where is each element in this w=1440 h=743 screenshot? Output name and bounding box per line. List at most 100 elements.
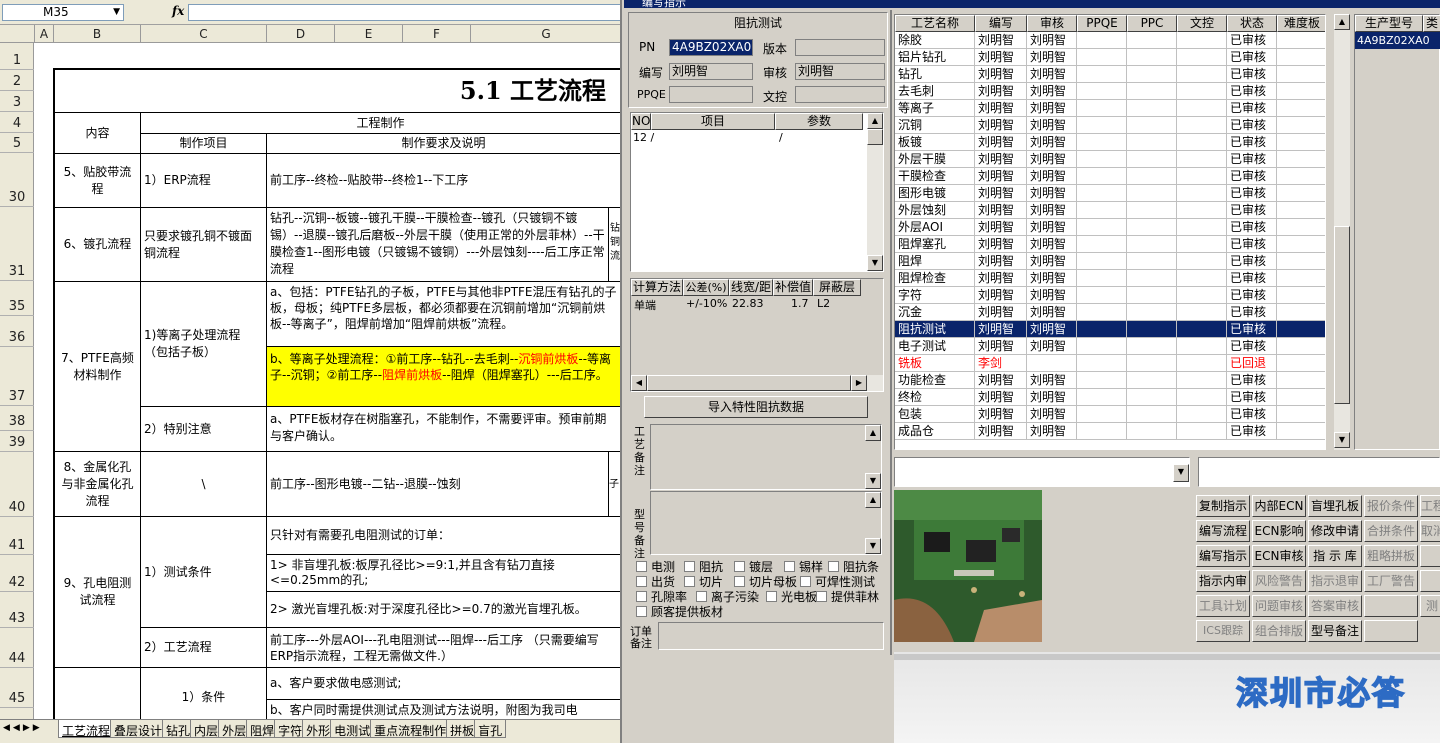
table-row[interactable]: 阻焊 刘明智 刘明智 已审核: [895, 253, 1325, 270]
scroll-down-icon[interactable]: ▼: [865, 538, 881, 554]
h-scrollbar[interactable]: ◀ ▶: [631, 375, 883, 391]
row-header[interactable]: 36: [0, 316, 34, 347]
instruction-return-button[interactable]: 指示退审: [1308, 570, 1362, 592]
table-row[interactable]: 沉金 刘明智 刘明智 已审核: [895, 304, 1325, 321]
formula-input[interactable]: [188, 4, 620, 21]
row-header[interactable]: 4: [0, 112, 34, 133]
model-table[interactable]: 生产型号 类 4A9BZ02XA0: [1354, 14, 1440, 450]
table-row[interactable]: 铣板 李剑 已回退: [895, 355, 1325, 372]
row-header[interactable]: 44: [0, 628, 34, 668]
table-row[interactable]: 钻孔 刘明智 刘明智 已审核: [895, 66, 1325, 83]
process-table[interactable]: 工艺名称 编写 审核 PPQE PPC 文控 状态 难度板 除胶 刘明智 刘明智 已审…: [894, 14, 1326, 450]
model-header[interactable]: 类: [1423, 15, 1440, 32]
table-row[interactable]: 等离子 刘明智 刘明智 已审核: [895, 100, 1325, 117]
row-header[interactable]: 31: [0, 207, 34, 281]
row-header[interactable]: 42: [0, 555, 34, 592]
secondary-dropdown[interactable]: [1198, 457, 1440, 487]
row-header[interactable]: 38: [0, 406, 34, 431]
table-row[interactable]: 阻焊塞孔 刘明智 刘明智 已审核: [895, 236, 1325, 253]
sheet-tab[interactable]: 电测试: [330, 720, 375, 738]
calc-header[interactable]: 屏蔽层: [813, 279, 861, 296]
calc-table[interactable]: 计算方法 公差(%) 线宽/距 补偿值 屏蔽层 单端 +/-10% 22.83 …: [630, 278, 884, 392]
row-header[interactable]: 41: [0, 517, 34, 555]
sheet-tab[interactable]: 工艺流程: [58, 720, 115, 738]
ics-tracking-button[interactable]: ICS跟踪: [1196, 620, 1250, 642]
writer-field[interactable]: 刘明智: [669, 63, 753, 80]
chevron-down-icon[interactable]: ▼: [1173, 464, 1189, 482]
ecn-impact-button[interactable]: ECN影响: [1252, 520, 1306, 542]
select-all-corner[interactable]: [0, 25, 35, 43]
table-row[interactable]: 阻焊检查 刘明智 刘明智 已审核: [895, 270, 1325, 287]
calc-header[interactable]: 公差(%): [683, 279, 729, 296]
proc-header[interactable]: 工艺名称: [895, 15, 975, 32]
table-row[interactable]: 电子测试 刘明智 刘明智 已审核: [895, 338, 1325, 355]
instruction-library-button[interactable]: 指 示 库: [1308, 545, 1362, 567]
table-row[interactable]: 铝片钻孔 刘明智 刘明智 已审核: [895, 49, 1325, 66]
table-row[interactable]: 外层蚀刻 刘明智 刘明智 已审核: [895, 202, 1325, 219]
factory-warning-button[interactable]: 工厂警告: [1364, 570, 1418, 592]
param-header[interactable]: NO: [631, 113, 651, 130]
row-header[interactable]: 43: [0, 592, 34, 628]
ppqe-field[interactable]: [669, 86, 753, 103]
scroll-left-icon[interactable]: ◀: [631, 375, 647, 391]
sheet-tab[interactable]: 盲孔: [474, 720, 507, 738]
tool-plan-button[interactable]: 工具计划: [1196, 595, 1250, 617]
sheet-tab[interactable]: 重点流程制作: [370, 720, 451, 738]
table-row[interactable]: 干膜检查 刘明智 刘明智 已审核: [895, 168, 1325, 185]
model-header[interactable]: 生产型号: [1355, 15, 1423, 32]
reviewer-field[interactable]: 刘明智: [795, 63, 885, 80]
row-header[interactable]: 39: [0, 431, 34, 452]
scroll-up-icon[interactable]: ▲: [865, 425, 881, 441]
import-impedance-button[interactable]: 导入特性阻抗数据: [644, 396, 868, 418]
table-row[interactable]: 外层干膜 刘明智 刘明智 已审核: [895, 151, 1325, 168]
param-header[interactable]: 参数: [775, 113, 863, 130]
param-list[interactable]: NO 项目 参数 12 / / ▲ ▼: [630, 112, 884, 272]
sheet-grid[interactable]: 5.1 工艺流程 内容 工程制作 制作项目 制作要求及说明 5、贴胶带流程 1）…: [35, 43, 620, 719]
sheet-tab[interactable]: 叠层设计: [110, 720, 167, 738]
process-note-field[interactable]: ▲ ▼: [650, 424, 882, 490]
blank-button[interactable]: [1420, 545, 1440, 567]
blank-button[interactable]: [1364, 620, 1418, 642]
blank-button[interactable]: [1364, 595, 1418, 617]
table-row[interactable]: 成品仓 刘明智 刘明智 已审核: [895, 423, 1325, 440]
param-header[interactable]: 项目: [651, 113, 775, 130]
scrollbar[interactable]: ▲ ▼: [867, 113, 883, 271]
scroll-up-icon[interactable]: ▲: [1334, 14, 1350, 30]
table-row[interactable]: 沉铜 刘明智 刘明智 已审核: [895, 117, 1325, 134]
model-note-field[interactable]: ▲ ▼: [650, 491, 882, 555]
row-header[interactable]: 35: [0, 281, 34, 316]
sheet-nav-arrows-icon[interactable]: ◀◀▶▶: [0, 720, 62, 733]
scroll-up-icon[interactable]: ▲: [865, 492, 881, 508]
splitter[interactable]: [890, 10, 892, 655]
col-header[interactable]: A: [35, 25, 54, 43]
blind-buried-button[interactable]: 盲埋孔板: [1308, 495, 1362, 517]
chevron-down-icon[interactable]: ▼: [113, 5, 120, 20]
proc-header[interactable]: PPC: [1127, 15, 1177, 32]
answer-review-button[interactable]: 答案审核: [1308, 595, 1362, 617]
proc-header[interactable]: 审核: [1027, 15, 1077, 32]
cancel-button[interactable]: 取消: [1420, 520, 1440, 542]
fx-icon[interactable]: fx: [172, 4, 184, 18]
row-header[interactable]: 3: [0, 91, 34, 112]
question-review-button[interactable]: 问题审核: [1252, 595, 1306, 617]
table-row[interactable]: 除胶 刘明智 刘明智 已审核: [895, 32, 1325, 49]
calc-header[interactable]: 补偿值: [773, 279, 813, 296]
engineering-button[interactable]: 工程: [1420, 495, 1440, 517]
row-header[interactable]: 2: [0, 70, 34, 91]
col-header[interactable]: E: [335, 25, 403, 43]
pn-field[interactable]: 4A9BZ02XA0: [669, 39, 753, 56]
checkbox-customer-material[interactable]: 顾客提供板材: [636, 603, 723, 620]
table-row[interactable]: 阻抗测试 刘明智 刘明智 已审核: [895, 321, 1325, 338]
table-row[interactable]: 板镀 刘明智 刘明智 已审核: [895, 134, 1325, 151]
row-header[interactable]: 5: [0, 133, 34, 153]
table-row[interactable]: 外层AOI 刘明智 刘明智 已审核: [895, 219, 1325, 236]
table-row[interactable]: 去毛刺 刘明智 刘明智 已审核: [895, 83, 1325, 100]
test-button[interactable]: 测: [1420, 595, 1440, 617]
table-row[interactable]: 功能检查 刘明智 刘明智 已审核: [895, 372, 1325, 389]
proc-header[interactable]: 难度板: [1277, 15, 1325, 32]
table-row[interactable]: 包装 刘明智 刘明智 已审核: [895, 406, 1325, 423]
row-header[interactable]: 37: [0, 347, 34, 406]
model-row-selected[interactable]: 4A9BZ02XA0: [1355, 32, 1440, 49]
internal-ecn-button[interactable]: 内部ECN: [1252, 495, 1306, 517]
scroll-down-icon[interactable]: ▼: [1334, 432, 1350, 448]
